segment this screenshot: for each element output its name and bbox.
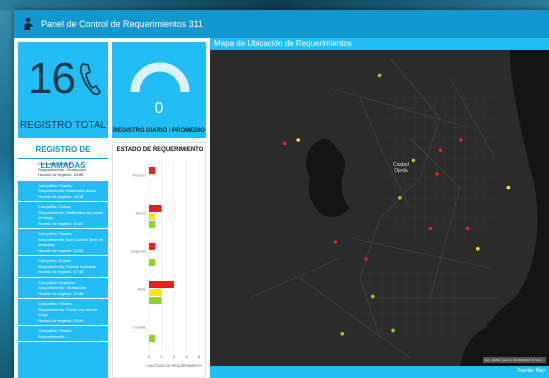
status-bar[interactable] bbox=[149, 243, 156, 250]
daily-average-value: 0 bbox=[154, 100, 164, 117]
request-location-marker[interactable] bbox=[506, 185, 511, 190]
status-bar[interactable] bbox=[149, 281, 174, 288]
call-log-item[interactable]: Compañía: Gulma Requerimiento: Materiales… bbox=[18, 202, 108, 229]
request-location-marker[interactable] bbox=[377, 73, 382, 78]
call-log-panel: REGISTRO DE LLAMADAS Compañía: Tenaris Re… bbox=[18, 142, 108, 378]
request-location-marker[interactable] bbox=[476, 247, 480, 251]
call-log-item-line: Horario de registro: 00:00 bbox=[38, 247, 84, 253]
map-footer-text: Fuente: Rep bbox=[517, 368, 545, 374]
x-tick-label: 2 bbox=[160, 354, 163, 359]
request-location-marker[interactable] bbox=[296, 138, 300, 142]
call-log-item[interactable]: Compañía: Gulma Requerimiento: Ruidos mol… bbox=[18, 256, 108, 278]
category-label: Tarde bbox=[137, 288, 146, 292]
call-log-item[interactable]: Compañía: Tenaris Requerimiento: Obstácul… bbox=[18, 159, 108, 181]
city-label: Ciudad Ojeda bbox=[393, 162, 409, 174]
call-log-item-line: Horario de registro: 18:48 bbox=[38, 193, 84, 199]
map-footer: Fuente: Rep bbox=[210, 366, 549, 378]
call-log-item-line: Horario de registro: 18:68 bbox=[38, 172, 84, 177]
total-records-value: 16 bbox=[28, 54, 76, 103]
status-bar[interactable] bbox=[149, 335, 156, 342]
call-log-item-line: Horario de registro: 07:48 bbox=[38, 269, 84, 274]
request-location-marker[interactable] bbox=[370, 294, 375, 299]
map-attribution: Esri, HERE, Garmin, INCREMENT P, NGA... bbox=[482, 357, 546, 363]
request-status-panel: ESTADO DE REQUERIMIENTO 0 2 4 6 8 Proceso Nuev… bbox=[112, 142, 206, 378]
category-label: Cerrado bbox=[133, 326, 146, 330]
call-log-item-line: Requerimiento: Ruido con olor de fuego bbox=[38, 306, 98, 318]
call-log-item-line: Horario de registro: 03:00 bbox=[38, 317, 84, 323]
total-records-label: REGISTRO TOTAL bbox=[19, 120, 107, 131]
status-bar[interactable] bbox=[149, 297, 162, 304]
call-log-list[interactable]: Compañía: Tenaris Requerimiento: Obstácul… bbox=[18, 159, 108, 342]
status-bar[interactable] bbox=[149, 289, 162, 296]
request-location-marker[interactable] bbox=[391, 328, 395, 333]
status-bar[interactable] bbox=[149, 221, 156, 228]
status-bar-chart: 0 2 4 6 8 Proceso Nuevo Asignado Tarde Cerrado CAN… bbox=[131, 161, 202, 368]
call-log-title: REGISTRO DE LLAMADAS bbox=[18, 142, 108, 170]
daily-average-label: REGISTRO DIARIO / PROMEDIO bbox=[113, 128, 205, 134]
person-icon bbox=[24, 17, 33, 30]
call-log-item-line: Requerimiento: Aux Camión lleno de perso… bbox=[38, 236, 103, 248]
call-log-item-line: Requerimiento: Materiales tirado bbox=[38, 188, 96, 193]
call-log-item-line: Requerimiento: Materiales con polvo de f… bbox=[38, 209, 103, 221]
call-log-item[interactable]: Compañía: Tenaris Requerimiento: Material… bbox=[18, 181, 108, 202]
daily-average-tile: 0 REGISTRO DIARIO / PROMEDIO bbox=[112, 42, 206, 138]
request-location-marker[interactable] bbox=[398, 196, 402, 200]
map-title: Mapa de Ubicación de Requerimientos bbox=[210, 38, 549, 50]
request-location-marker[interactable] bbox=[282, 141, 287, 146]
map-canvas[interactable] bbox=[210, 38, 549, 378]
x-tick-label: 4 bbox=[173, 354, 176, 359]
request-location-marker[interactable] bbox=[340, 332, 345, 336]
city-label-line-2: Ojeda bbox=[394, 168, 408, 174]
desktop-background-top bbox=[0, 0, 549, 10]
total-records-tile: 16 REGISTRO TOTAL bbox=[18, 42, 108, 138]
request-location-marker[interactable] bbox=[435, 172, 439, 176]
request-location-marker[interactable] bbox=[438, 148, 443, 152]
phone-icon bbox=[79, 63, 102, 96]
request-location-marker[interactable] bbox=[364, 257, 368, 261]
request-location-marker[interactable] bbox=[333, 240, 338, 244]
status-bar[interactable] bbox=[149, 167, 156, 174]
x-tick-label: 8 bbox=[198, 354, 201, 359]
x-tick-label: 0 bbox=[148, 354, 151, 359]
request-location-marker[interactable] bbox=[459, 138, 463, 142]
window-title: Panel de Control de Requerimientos 311 bbox=[41, 19, 203, 29]
call-log-item[interactable]: Compañía: Segundo Requerimiento: Obstácul… bbox=[18, 278, 108, 299]
status-bar[interactable] bbox=[149, 205, 162, 212]
status-chart-title: ESTADO DE REQUERIMIENTO bbox=[116, 147, 204, 153]
call-log-item[interactable]: Compañía: Tenaris Requerimiento: Ruido co… bbox=[18, 299, 108, 326]
map-panel[interactable]: Mapa de Ubicación de Requerimientos Ciud… bbox=[210, 38, 549, 378]
gauge-dial bbox=[130, 62, 190, 93]
call-log-item[interactable]: Compañía: Tenaris Requerimiento: ... bbox=[18, 326, 108, 342]
status-bar[interactable] bbox=[149, 259, 156, 266]
category-label: Asignado bbox=[131, 250, 146, 254]
category-label: Proceso bbox=[133, 174, 146, 178]
dashboard-window: Panel de Control de Requerimientos 311 1… bbox=[14, 10, 549, 378]
x-tick-label: 6 bbox=[185, 354, 188, 359]
request-location-marker[interactable] bbox=[465, 226, 470, 231]
request-location-marker[interactable] bbox=[411, 158, 416, 163]
request-location-marker[interactable] bbox=[428, 226, 433, 231]
status-bar[interactable] bbox=[149, 213, 156, 220]
call-log-item-line: Horario de registro: 10:48 bbox=[38, 290, 84, 296]
call-log-item-line: Requerimiento: ... bbox=[38, 333, 70, 339]
category-label: Nuevo bbox=[136, 212, 146, 216]
call-log-item-line: Horario de registro: 14:00 bbox=[38, 220, 84, 226]
x-axis-label: CANTIDAD DE REQUERIMIENTO bbox=[146, 364, 202, 368]
call-log-item[interactable]: Compañía: Tenaris Requerimiento: Aux Cami… bbox=[18, 229, 108, 256]
title-bar: Panel de Control de Requerimientos 311 bbox=[14, 10, 549, 38]
